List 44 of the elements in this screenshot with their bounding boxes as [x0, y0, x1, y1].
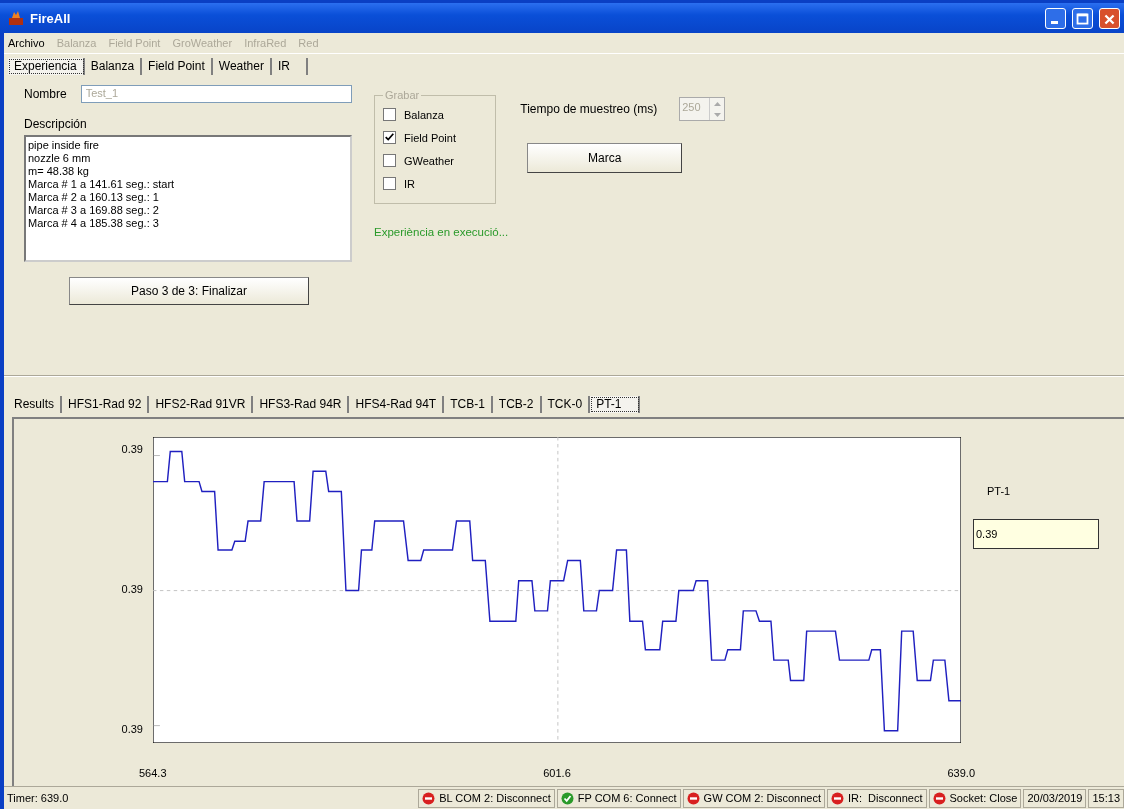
- connection-text: FP COM 6: Connect: [577, 792, 677, 804]
- connection-text: BL COM 2: Disconnect: [439, 792, 551, 804]
- timer-text: Timer: 639.0: [6, 791, 70, 806]
- window-title: FireAll: [30, 10, 71, 26]
- menu-item[interactable]: Archivo: [8, 37, 45, 49]
- description-field[interactable]: pipe inside fire nozzle 6 mm m= 48.38 kg Marca # 1 a 141.61 seg.: start Marca # 2 a 160.13 seg.: 1 Marca # 3 a 169.88 seg.: 2 Marca # 4 a 185.38 seg.: 3: [24, 135, 352, 262]
- axis-label: 0.39: [121, 443, 143, 455]
- mark-button[interactable]: Marca: [527, 143, 683, 173]
- axis-label: 0.39: [121, 583, 143, 595]
- tab[interactable]: Experiencia: [8, 58, 85, 75]
- status-message: Experiència en execució...: [374, 226, 509, 238]
- close-button[interactable]: [1099, 7, 1120, 29]
- tab[interactable]: PT-1: [590, 396, 640, 413]
- tab[interactable]: HFS4-Rad 94T: [349, 396, 445, 413]
- tab[interactable]: HFS1-Rad 92: [62, 396, 150, 413]
- connection-text: GW COM 2: Disconnect: [703, 792, 821, 804]
- maximize-button[interactable]: [1072, 7, 1093, 29]
- app-icon: [8, 10, 24, 26]
- axis-label: 564.3: [139, 767, 167, 779]
- value-field: 0.39: [973, 519, 1099, 549]
- time-text: 15:13: [1088, 788, 1124, 808]
- tab[interactable]: Results: [8, 396, 62, 413]
- minimize-button[interactable]: [1045, 7, 1066, 29]
- tab[interactable]: TCB-1: [444, 396, 493, 413]
- connection-text: IR: Disconnect: [847, 792, 923, 804]
- minimize-icon: [1051, 20, 1058, 24]
- tab[interactable]: Balanza: [84, 58, 143, 75]
- tab[interactable]: HFS3-Rad 94R: [253, 396, 350, 413]
- date-text: 20/03/2019: [1023, 788, 1087, 808]
- tab[interactable]: Field Point: [142, 58, 213, 75]
- step-button[interactable]: Paso 3 de 3: Finalizar: [69, 277, 309, 305]
- tab[interactable]: TCB-2: [492, 396, 542, 413]
- sampling-label: Tiempo de muestreo (ms): [520, 102, 658, 116]
- axis-label: 0.39: [121, 723, 143, 735]
- axis-label: 639.0: [947, 767, 975, 779]
- connection-text: Socket: Close: [949, 792, 1018, 804]
- axis-label: 601.6: [543, 767, 571, 779]
- legend-label: PT-1: [987, 485, 1012, 497]
- tab[interactable]: Weather: [212, 58, 272, 75]
- tab[interactable]: HFS2-Rad 91VR: [149, 396, 254, 413]
- group-label: Grabar: [384, 89, 421, 101]
- description-label: Descripción: [24, 117, 88, 131]
- name-label: Nombre: [24, 87, 67, 101]
- tab[interactable]: IR: [271, 58, 308, 75]
